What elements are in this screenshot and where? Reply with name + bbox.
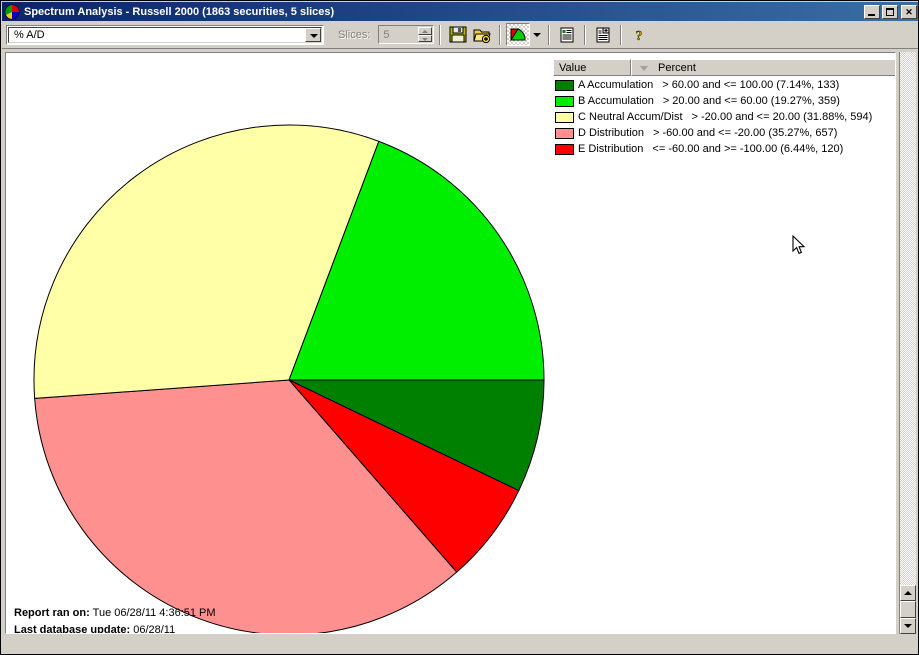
- legend-column-percent[interactable]: Percent: [631, 59, 895, 76]
- toolbar-separator: [548, 24, 551, 45]
- folder-add-icon: [473, 29, 492, 43]
- pie-chart-icon: [510, 28, 526, 41]
- legend-row-description: > 60.00 and <= 100.00 (7.14%, 133): [662, 79, 840, 91]
- report-footer: Report ran on: Tue 06/28/11 4:36:51 PM L…: [14, 605, 216, 634]
- toolbar-separator: [584, 24, 587, 45]
- legend-color-swatch: [555, 143, 574, 155]
- legend-header: Value Percent: [553, 59, 895, 76]
- legend-row-description: > 20.00 and <= 60.00 (19.27%, 359): [662, 95, 840, 107]
- legend-row[interactable]: A Accumulation > 60.00 and <= 100.00 (7.1…: [553, 77, 895, 93]
- legend-column-value[interactable]: Value: [553, 59, 631, 76]
- scroll-down-button[interactable]: [900, 618, 916, 634]
- slices-value: 5: [383, 28, 390, 41]
- title-bar[interactable]: Spectrum Analysis - Russell 2000 (1863 s…: [2, 2, 918, 21]
- spectrum-analysis-window: Spectrum Analysis - Russell 2000 (1863 s…: [0, 0, 919, 655]
- chart-type-button[interactable]: [506, 23, 531, 46]
- legend-color-swatch: [555, 79, 574, 91]
- legend-row-description: > -20.00 and <= 20.00 (31.88%, 594): [691, 111, 873, 123]
- toolbar-separator: [499, 24, 502, 45]
- close-icon: ✕: [905, 6, 913, 17]
- report-ran-label: Report ran on:: [14, 607, 90, 619]
- minimize-button[interactable]: [864, 4, 880, 19]
- slices-decrement-icon[interactable]: [418, 34, 433, 42]
- maximize-button[interactable]: [882, 4, 898, 19]
- report-ran-line: Report ran on: Tue 06/28/11 4:36:51 PM: [14, 605, 216, 622]
- svg-text:?: ?: [636, 29, 643, 43]
- legend-color-swatch: [555, 111, 574, 123]
- detail-report-icon: [596, 27, 610, 42]
- legend-row-name: C Neutral Accum/Dist: [578, 111, 683, 123]
- slices-label: Slices:: [338, 28, 371, 41]
- legend-row-description: <= -60.00 and >= -100.00 (6.44%, 120): [652, 143, 844, 155]
- legend-row[interactable]: C Neutral Accum/Dist > -20.00 and <= 20.0…: [553, 109, 895, 125]
- legend-row[interactable]: E Distribution <= -60.00 and >= -100.00 (…: [553, 141, 895, 157]
- db-update-line: Last database update: 06/28/11: [14, 622, 216, 634]
- vertical-scrollbar[interactable]: [899, 52, 916, 634]
- toolbar-separator: [620, 24, 623, 45]
- slices-stepper[interactable]: 5: [378, 25, 435, 44]
- sort-descending-icon: [640, 66, 648, 71]
- help-button[interactable]: ?: [627, 23, 651, 46]
- db-update-label: Last database update:: [14, 624, 131, 634]
- open-add-button[interactable]: [470, 23, 494, 46]
- report-detail-button[interactable]: [591, 23, 615, 46]
- save-button[interactable]: [446, 23, 470, 46]
- db-update-value: 06/28/11: [133, 624, 176, 634]
- analysis-type-value: % A/D: [14, 28, 45, 41]
- legend-row-description: > -60.00 and <= -20.00 (35.27%, 657): [653, 127, 838, 139]
- toolbar-separator: [439, 24, 442, 45]
- list-report-icon: [560, 27, 574, 42]
- legend-row-name: D Distribution: [578, 127, 645, 139]
- slices-increment-icon[interactable]: [418, 27, 433, 35]
- toolbar: % A/D Slices: 5 ?: [2, 21, 918, 49]
- scrollbar-thumb[interactable]: [900, 601, 916, 618]
- legend-rows: A Accumulation > 60.00 and <= 100.00 (7.1…: [553, 76, 895, 157]
- legend-row[interactable]: D Distribution > -60.00 and <= -20.00 (35…: [553, 125, 895, 141]
- legend-column-percent-label: Percent: [658, 61, 696, 74]
- pie-chart-icon: [4, 4, 20, 20]
- legend-row-name: A Accumulation: [578, 79, 654, 91]
- floppy-disk-icon: [449, 26, 467, 43]
- chart-pane: Value Percent A Accumulation > 60.00 and …: [5, 52, 896, 634]
- analysis-type-select[interactable]: % A/D: [6, 24, 324, 45]
- chart-type-dropdown[interactable]: [530, 23, 543, 46]
- legend-row-name: B Accumulation: [578, 95, 654, 107]
- chevron-down-icon[interactable]: [305, 27, 321, 42]
- legend-row[interactable]: B Accumulation > 20.00 and <= 60.00 (19.2…: [553, 93, 895, 109]
- legend-color-swatch: [555, 127, 574, 139]
- close-button[interactable]: ✕: [901, 4, 917, 19]
- window-title: Spectrum Analysis - Russell 2000 (1863 s…: [24, 5, 335, 18]
- legend-panel: Value Percent A Accumulation > 60.00 and …: [553, 59, 895, 157]
- question-mark-icon: ?: [636, 28, 643, 43]
- report-ran-value: Tue 06/28/11 4:36:51 PM: [92, 607, 216, 619]
- report-list-button[interactable]: [555, 23, 579, 46]
- legend-row-name: E Distribution: [578, 143, 644, 155]
- scroll-up-button[interactable]: [900, 585, 916, 601]
- legend-color-swatch: [555, 95, 574, 107]
- client-area: Value Percent A Accumulation > 60.00 and …: [2, 49, 918, 654]
